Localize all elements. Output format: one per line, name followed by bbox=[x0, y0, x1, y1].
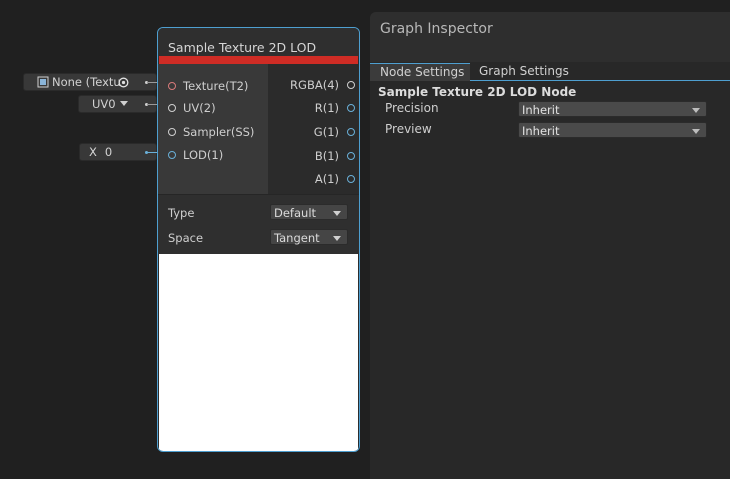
chevron-down-icon bbox=[333, 236, 341, 241]
space-label: Space bbox=[168, 231, 204, 245]
space-value: Tangent bbox=[274, 231, 320, 245]
node-preview bbox=[159, 254, 358, 451]
inspector-title: Graph Inspector bbox=[380, 21, 493, 37]
type-label: Type bbox=[168, 206, 195, 220]
port-connector-icon[interactable] bbox=[347, 152, 355, 160]
inspector-header[interactable]: Graph Inspector bbox=[370, 12, 730, 62]
output-port-label: R(1) bbox=[314, 101, 339, 115]
output-port-r[interactable]: R(1) bbox=[315, 100, 355, 116]
port-connector-icon[interactable] bbox=[347, 81, 355, 89]
input-port-uv[interactable]: UV(2) bbox=[168, 100, 216, 116]
input-port-label: Sampler(SS) bbox=[183, 125, 255, 139]
inspector-section-title: Sample Texture 2D LOD Node bbox=[378, 85, 577, 99]
chevron-down-icon bbox=[692, 108, 700, 113]
port-connector-icon[interactable] bbox=[168, 128, 176, 136]
port-connector-icon[interactable] bbox=[347, 175, 355, 183]
port-connector-icon[interactable] bbox=[168, 82, 176, 90]
port-connector-icon[interactable] bbox=[347, 104, 355, 112]
output-port-g[interactable]: G(1) bbox=[314, 124, 355, 140]
output-port-rgba[interactable]: RGBA(4) bbox=[290, 77, 355, 93]
output-port-label: G(1) bbox=[313, 125, 339, 139]
preview-dropdown[interactable]: Inherit bbox=[518, 122, 707, 138]
space-dropdown[interactable]: Tangent bbox=[270, 229, 348, 245]
output-port-label: B(1) bbox=[314, 149, 339, 163]
lod-value[interactable]: 0 bbox=[105, 145, 112, 159]
input-port-label: LOD(1) bbox=[183, 148, 224, 162]
precision-label: Precision bbox=[385, 101, 439, 115]
chevron-down-icon bbox=[333, 211, 341, 216]
tab-node-settings[interactable]: Node Settings bbox=[370, 63, 471, 81]
node-color-bar bbox=[159, 56, 358, 64]
input-port-label: Texture(T2) bbox=[183, 79, 249, 93]
output-port-b[interactable]: B(1) bbox=[315, 148, 355, 164]
port-connector-icon[interactable] bbox=[168, 151, 176, 159]
precision-value: Inherit bbox=[522, 103, 560, 117]
chevron-down-icon bbox=[119, 101, 128, 106]
preview-label: Preview bbox=[385, 122, 432, 136]
texture-icon bbox=[37, 76, 49, 88]
lod-axis-label: X bbox=[89, 145, 97, 159]
output-port-label: A(1) bbox=[314, 172, 339, 186]
texture-field-value: None (Textu bbox=[52, 75, 121, 89]
lod-inline-field[interactable]: X 0 bbox=[79, 143, 157, 161]
output-port-a[interactable]: A(1) bbox=[315, 171, 355, 187]
input-port-label: UV(2) bbox=[183, 101, 216, 115]
sample-texture-2d-lod-node[interactable]: Sample Texture 2D LOD Texture(T2) UV(2) … bbox=[157, 27, 360, 452]
type-dropdown[interactable]: Default bbox=[270, 204, 348, 220]
chevron-down-icon bbox=[692, 129, 700, 134]
input-port-lod[interactable]: LOD(1) bbox=[168, 147, 223, 163]
output-port-label: RGBA(4) bbox=[290, 78, 339, 92]
input-port-sampler[interactable]: Sampler(SS) bbox=[168, 124, 254, 140]
graph-inspector-panel: Graph Inspector Node Settings Graph Sett… bbox=[370, 12, 730, 479]
node-outputs-panel: RGBA(4) R(1) G(1) B(1) A(1) bbox=[268, 64, 359, 194]
node-settings-panel: Type Default Space Tangent bbox=[158, 194, 359, 254]
tab-graph-settings[interactable]: Graph Settings bbox=[479, 64, 569, 78]
uv-channel-dropdown[interactable]: UV0 bbox=[78, 95, 157, 113]
preview-value: Inherit bbox=[522, 124, 560, 138]
node-title[interactable]: Sample Texture 2D LOD bbox=[158, 28, 359, 58]
port-connector-icon[interactable] bbox=[347, 128, 355, 136]
object-picker-icon[interactable] bbox=[118, 77, 129, 88]
type-value: Default bbox=[274, 206, 317, 220]
uv-value: UV0 bbox=[92, 97, 116, 111]
node-inputs-panel: Texture(T2) UV(2) Sampler(SS) LOD(1) bbox=[158, 64, 268, 194]
port-connector-icon[interactable] bbox=[168, 104, 176, 112]
texture-inline-field[interactable]: None (Textu bbox=[23, 73, 157, 91]
precision-dropdown[interactable]: Inherit bbox=[518, 101, 707, 117]
inspector-tabs: Node Settings Graph Settings bbox=[370, 62, 730, 81]
input-port-texture[interactable]: Texture(T2) bbox=[168, 78, 248, 94]
